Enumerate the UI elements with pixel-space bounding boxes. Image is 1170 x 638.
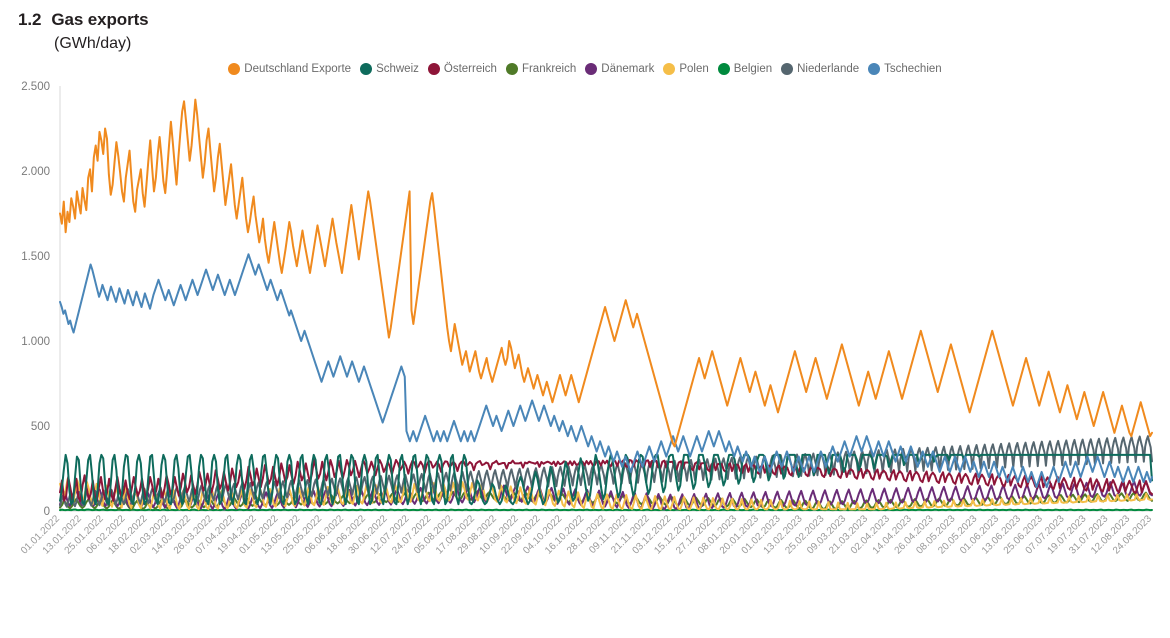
series-line-deutschland-exporte	[59, 98, 1153, 448]
y-axis-tick-label: 500	[31, 421, 50, 433]
y-axis-tick-label: 0	[44, 506, 50, 518]
y-axis-tick-label: 2.000	[21, 166, 50, 178]
chart-header: 1.2 Gas exports (GWh/day)	[0, 0, 1170, 53]
title-text: Gas exports	[51, 10, 149, 29]
y-axis-tick-label: 1.500	[21, 251, 50, 263]
y-axis-tick-label: 2.500	[21, 81, 50, 93]
series-line-tschechien	[59, 253, 1153, 489]
chart-container: Deutschland Exporte Schweiz Österreich Fran…	[0, 63, 1170, 583]
page-title: 1.2 Gas exports	[18, 10, 1170, 30]
chart-subtitle: (GWh/day)	[54, 35, 132, 52]
y-axis-tick-label: 1.000	[21, 336, 50, 348]
line-chart-svg: 05001.0001.5002.0002.50001.01.202213.01.…	[19, 81, 1154, 557]
title-number: 1.2	[18, 10, 42, 29]
